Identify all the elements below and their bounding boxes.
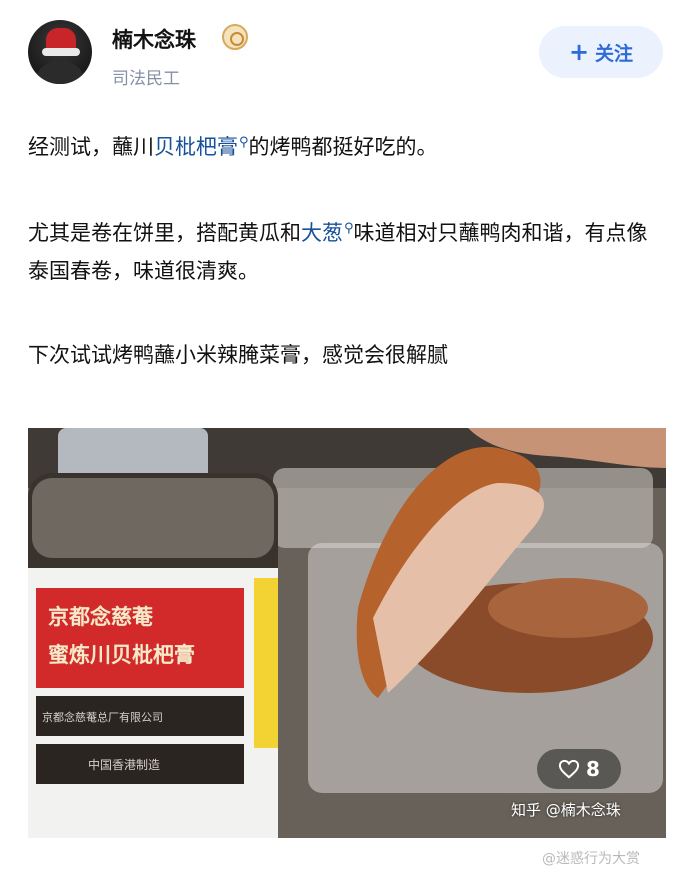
- username[interactable]: 楠木念珠: [112, 24, 196, 54]
- plus-icon: +: [568, 38, 590, 66]
- link-text-dacong: 大葱: [301, 221, 343, 245]
- search-link-dacong[interactable]: 大葱⚲: [301, 221, 354, 245]
- search-icon: ⚲: [344, 221, 354, 236]
- heart-icon: [558, 759, 580, 779]
- likes-count: 8: [586, 757, 600, 781]
- post-header: 楠木念珠 司法民工 + 关注: [0, 0, 690, 100]
- paragraph-1-text-a: 经测试，蘸川: [28, 135, 154, 159]
- search-link-chuanbei[interactable]: 贝枇杷膏⚲: [154, 135, 249, 159]
- link-text-chuanbei: 贝枇杷膏: [154, 135, 238, 159]
- post-paragraph-2: 尤其是卷在饼里，搭配黄瓜和大葱⚲味道相对只蘸鸭肉和谐，有点像泰国春卷，味道很清爽…: [28, 210, 663, 290]
- zhihu-watermark: 知乎 @楠木念珠: [511, 801, 621, 819]
- duck-pieces-top: [488, 578, 648, 638]
- bottle-glass-highlight: [32, 478, 274, 558]
- bottle-label-line4: 中国香港制造: [88, 757, 160, 772]
- weibo-watermark: @迷惑行为大赏: [542, 851, 640, 867]
- post-paragraph-1: 经测试，蘸川贝枇杷膏⚲的烤鸭都挺好吃的。: [28, 124, 438, 166]
- avatar-body-shape: [34, 60, 86, 84]
- like-button[interactable]: 8: [537, 749, 621, 789]
- follow-label: 关注: [595, 42, 634, 65]
- search-icon: ⚲: [239, 135, 249, 150]
- bottle-label-red: [36, 588, 244, 688]
- paragraph-1-text-b: 的烤鸭都挺好吃的。: [248, 135, 438, 159]
- verified-badge-icon: [222, 24, 248, 50]
- bottle-label-stripe: [254, 578, 278, 748]
- bottle-label-line2: 蜜炼川贝枇杷膏: [48, 643, 195, 667]
- bottle-label-line3: 京都念慈菴总厂有限公司: [42, 710, 163, 724]
- bottle-label-line1: 京都念慈菴: [48, 605, 154, 629]
- user-subtitle: 司法民工: [112, 69, 180, 89]
- avatar[interactable]: [28, 20, 92, 84]
- avatar-hat-band-shape: [42, 48, 80, 56]
- paragraph-2-text-a: 尤其是卷在饼里，搭配黄瓜和: [28, 221, 301, 245]
- follow-button[interactable]: + 关注: [539, 26, 663, 78]
- post-paragraph-3: 下次试试烤鸭蘸小米辣腌菜膏，感觉会很解腻: [28, 343, 448, 367]
